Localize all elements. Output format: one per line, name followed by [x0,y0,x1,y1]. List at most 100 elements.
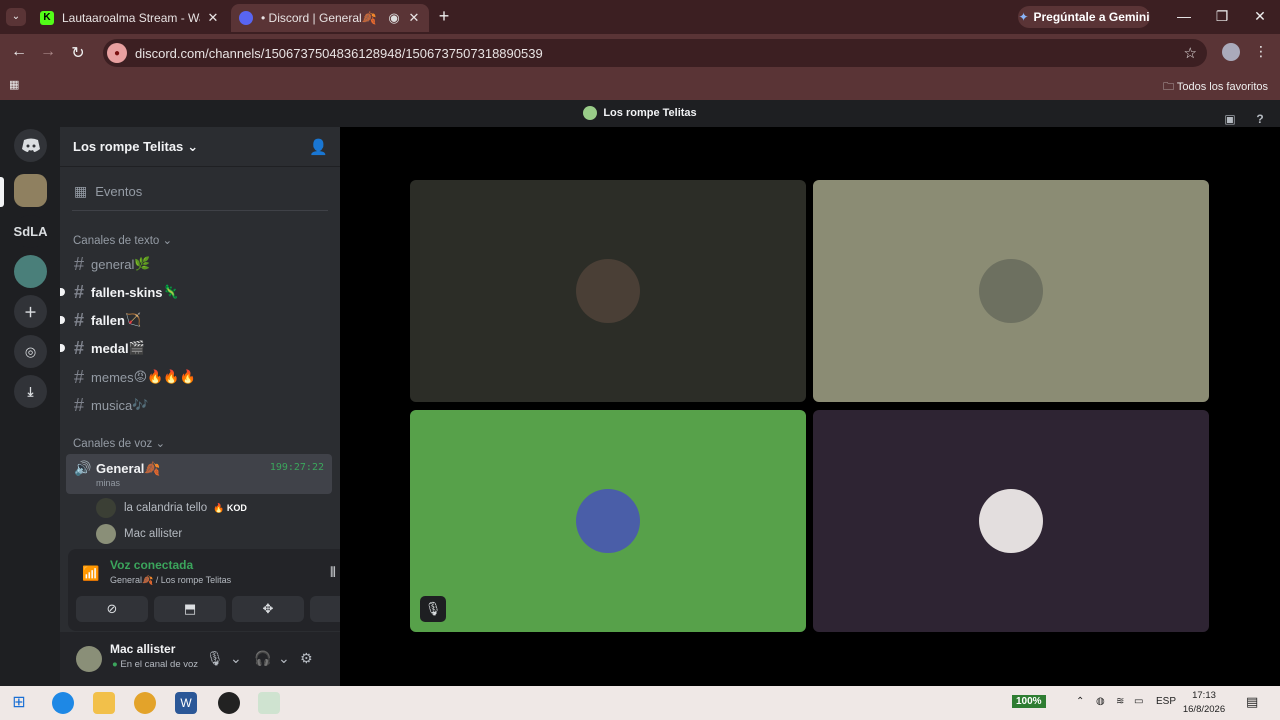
avatar[interactable] [76,646,102,672]
site-info-icon[interactable]: ● [107,43,127,63]
menu-icon[interactable]: ⋮ [1254,43,1268,63]
word-icon[interactable]: W [175,692,197,714]
participant-tile[interactable] [410,180,806,402]
bookmarks-bar: ▦ 🗀 Todos los favoritos [0,72,1280,100]
participant-avatar [576,489,640,553]
chrome-active-icon[interactable] [258,692,280,714]
category-text-channels[interactable]: Canales de texto ⌄ [73,233,172,247]
channel-memes[interactable]: # memes 😡🔥🔥🔥 [74,367,196,387]
forward-icon[interactable]: → [38,43,58,63]
profile-avatar[interactable] [1222,43,1240,61]
screen-share-icon: ⬒ [183,601,197,616]
username: Mac allister [110,642,176,656]
download-icon[interactable]: ⤓ [14,375,47,408]
help-icon[interactable]: ? [1252,106,1268,126]
participant-avatar [979,489,1043,553]
edge-icon[interactable] [52,692,74,714]
windows-start-icon[interactable]: ⊞ [8,692,30,714]
channel-emoji: 😡🔥🔥🔥 [133,369,196,384]
avatar [96,498,116,518]
participant-tile[interactable]: 🎙 [410,410,806,632]
close-tab-icon[interactable]: ✕ [206,10,220,26]
browser-tab-kick[interactable]: K Lautaaroalma Stream - Watch ✕ [32,4,228,32]
close-window-icon[interactable]: ✕ [1250,8,1270,26]
voice-user[interactable]: Mac allister [96,524,182,544]
microphone-icon[interactable]: 🎙 [206,650,224,667]
maximize-icon[interactable]: ❐ [1212,8,1232,26]
channel-musica[interactable]: # musica 🎶 [74,395,148,415]
channel-fallen-skins[interactable]: # fallen-skins 🦎 [60,282,179,302]
server-sdla[interactable]: SdLA [14,215,47,248]
voice-user[interactable]: la calandria tello 🔥 KOD [96,498,247,518]
window-title: Los rompe Telitas [603,107,697,119]
gemini-button[interactable]: ✦ Pregúntale a Gemini [1018,6,1150,28]
tab-search-button[interactable]: ⌄ [6,8,26,26]
wifi-icon[interactable]: ≋ [1116,696,1124,707]
channel-general[interactable]: # general 🌿 [74,254,151,274]
camera-off-button[interactable]: ⊘ [76,596,148,622]
chevron-down-icon[interactable]: ⌄ [230,650,242,667]
signal-icon[interactable]: 📶 [82,565,99,582]
channel-name: fallen-skins [91,284,163,300]
unread-indicator [60,344,65,352]
hash-icon: # [74,366,85,387]
participant-tile[interactable] [813,410,1209,632]
screen-share-button[interactable]: ⬒ [154,596,226,622]
bookmark-star-icon[interactable]: ☆ [1184,44,1197,62]
address-bar[interactable]: ● discord.com/channels/15067375048361289… [103,39,1207,67]
channel-emoji: 🦎 [162,284,179,299]
language-indicator[interactable]: ESP [1156,696,1176,707]
activities-button[interactable]: ✥ [232,596,304,622]
browser-tab-discord[interactable]: • Discord | General🍂 | Los ◉ ✕ [231,4,429,32]
close-tab-icon[interactable]: ✕ [407,10,421,26]
settings-gear-icon[interactable]: ⚙ [300,650,313,667]
minimize-icon[interactable]: — [1174,8,1194,26]
language-label: ESP [1156,696,1177,707]
noise-suppression-icon[interactable]: ⫴ [330,564,336,581]
divider [72,210,328,211]
discord-home-icon[interactable] [14,129,47,162]
network-icon[interactable]: ◍ [1096,696,1105,707]
category-voice-channels[interactable]: Canales de voz ⌄ [73,436,165,450]
notifications-icon[interactable]: ▤ [1246,694,1258,710]
invite-people-icon[interactable]: 👤 [309,138,328,156]
battery-icon[interactable]: ▭ [1134,696,1143,707]
activities-icon: ✥ [262,601,274,616]
back-icon[interactable]: ← [9,43,29,63]
chevron-down-icon[interactable]: ⌄ [278,650,290,667]
server-los-rompe-telitas[interactable] [14,174,47,207]
headphones-icon[interactable]: 🎧 [254,650,271,667]
participant-tile[interactable] [813,180,1209,402]
clock-time: 17:13 [1192,690,1216,701]
server-other[interactable] [14,255,47,288]
channel-medal[interactable]: # medal 🎬 [60,338,145,358]
voice-connected-title: Voz conectada [110,558,194,572]
battery-indicator[interactable]: 100% [1012,695,1046,708]
kick-favicon-icon: K [40,11,54,25]
tab-title: • Discord | General🍂 | Los [261,11,381,25]
discord-title-bar: Los rompe Telitas ▣ ? [0,100,1280,127]
events-link[interactable]: ▦ Eventos [74,183,142,200]
reload-icon[interactable]: ↻ [68,43,88,63]
server-header[interactable]: Los rompe Telitas ⌄ 👤 [60,127,340,167]
channel-fallen[interactable]: # fallen 🏹 [60,309,141,330]
app-icon[interactable] [218,692,240,714]
clock[interactable]: 17:13 16/8/2026 [1178,689,1230,717]
participant-avatar [979,259,1043,323]
hash-icon: # [74,309,85,330]
inbox-icon[interactable]: ▣ [1222,106,1238,126]
bookmarks-label: Todos los favoritos [1176,81,1268,93]
apps-grid-icon[interactable]: ▦ [9,78,23,92]
discover-icon[interactable]: ◎ [14,335,47,368]
voice-channel-general[interactable]: 🔊 General🍂 199:27:22 minas [66,454,332,494]
chevron-up-icon[interactable]: ⌃ [1076,696,1084,707]
server-rail: SdLA ＋ ◎ ⤓ [0,127,60,686]
battery-percent: 100% [1016,696,1042,707]
file-explorer-icon[interactable] [93,692,115,714]
add-server-icon[interactable]: ＋ [14,295,47,328]
unread-indicator [60,316,65,324]
new-tab-button[interactable]: + [434,6,454,28]
chrome-icon[interactable] [134,692,156,714]
calendar-icon: ▦ [74,183,88,199]
all-bookmarks-folder[interactable]: 🗀 Todos los favoritos [1163,78,1268,97]
